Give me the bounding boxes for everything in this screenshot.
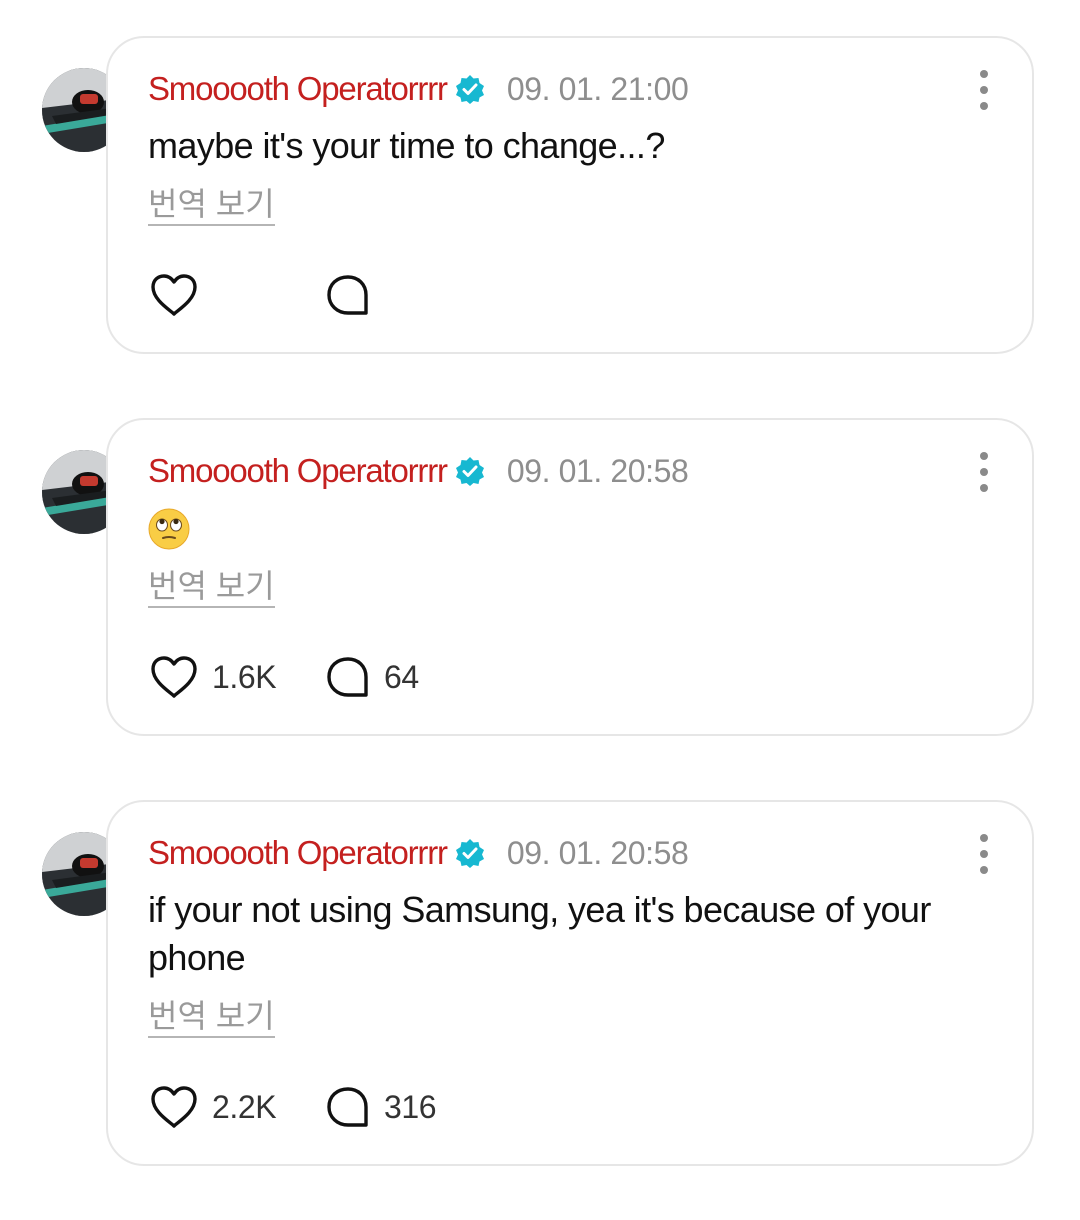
comment-text: if your not using Samsung, yea it's beca… [148,889,931,978]
comment-header: Smooooth Operatorrrr 09. 01. 21:00 [148,68,689,110]
like-count: 2.2K [212,1088,277,1125]
like-button[interactable]: 1.6K [150,655,304,699]
comment-text [148,508,988,562]
more-options-button[interactable] [972,452,996,492]
speech-bubble-outline-icon [327,1087,368,1127]
username-link[interactable]: Smooooth Operatorrrr [148,70,448,108]
heart-outline-icon [151,274,197,316]
comment-actions: 1.6K 64 [150,652,419,702]
face-with-rolling-eyes-emoji [148,508,190,550]
timestamp: 09. 01. 20:58 [506,834,689,871]
heart-outline-icon [151,656,197,698]
comment-header: Smooooth Operatorrrr 09. 01. 20:58 [148,832,689,874]
comment-header: Smooooth Operatorrrr 09. 01. 20:58 [148,450,689,492]
comment-bubble: Smooooth Operatorrrr 09. 01. 20:58 번역 보기 [106,418,1034,736]
like-count: 1.6K [212,658,277,695]
vertical-ellipsis-icon [980,834,988,842]
translate-link[interactable]: 번역 보기 [148,186,275,226]
comment-text: maybe it's your time to change...? [148,125,665,166]
reply-button[interactable]: 64 [326,655,419,699]
vertical-ellipsis-icon [980,70,988,78]
translate-link[interactable]: 번역 보기 [148,998,275,1038]
verified-badge-icon [455,75,484,104]
username-link[interactable]: Smooooth Operatorrrr [148,834,448,872]
reply-count: 316 [384,1088,437,1125]
like-button[interactable]: 2.2K [150,1085,304,1129]
translate-link[interactable]: 번역 보기 [148,568,275,608]
more-options-button[interactable] [972,834,996,874]
reply-button[interactable] [326,273,384,317]
speech-bubble-outline-icon [327,275,368,315]
timestamp: 09. 01. 20:58 [506,452,689,489]
timestamp: 09. 01. 21:00 [506,70,689,107]
speech-bubble-outline-icon [327,657,368,697]
vertical-ellipsis-icon [980,452,988,460]
more-options-button[interactable] [972,70,996,110]
heart-outline-icon [151,1086,197,1128]
verified-badge-icon [455,839,484,868]
comment-bubble: Smooooth Operatorrrr 09. 01. 21:00 maybe… [106,36,1034,354]
like-button[interactable] [150,273,326,317]
reply-count: 64 [384,658,419,695]
reply-button[interactable]: 316 [326,1085,437,1129]
comment-bubble: Smooooth Operatorrrr 09. 01. 20:58 if yo… [106,800,1034,1166]
comment-actions: 2.2K 316 [150,1082,437,1132]
comment-actions [150,270,384,320]
verified-badge-icon [455,457,484,486]
username-link[interactable]: Smooooth Operatorrrr [148,452,448,490]
